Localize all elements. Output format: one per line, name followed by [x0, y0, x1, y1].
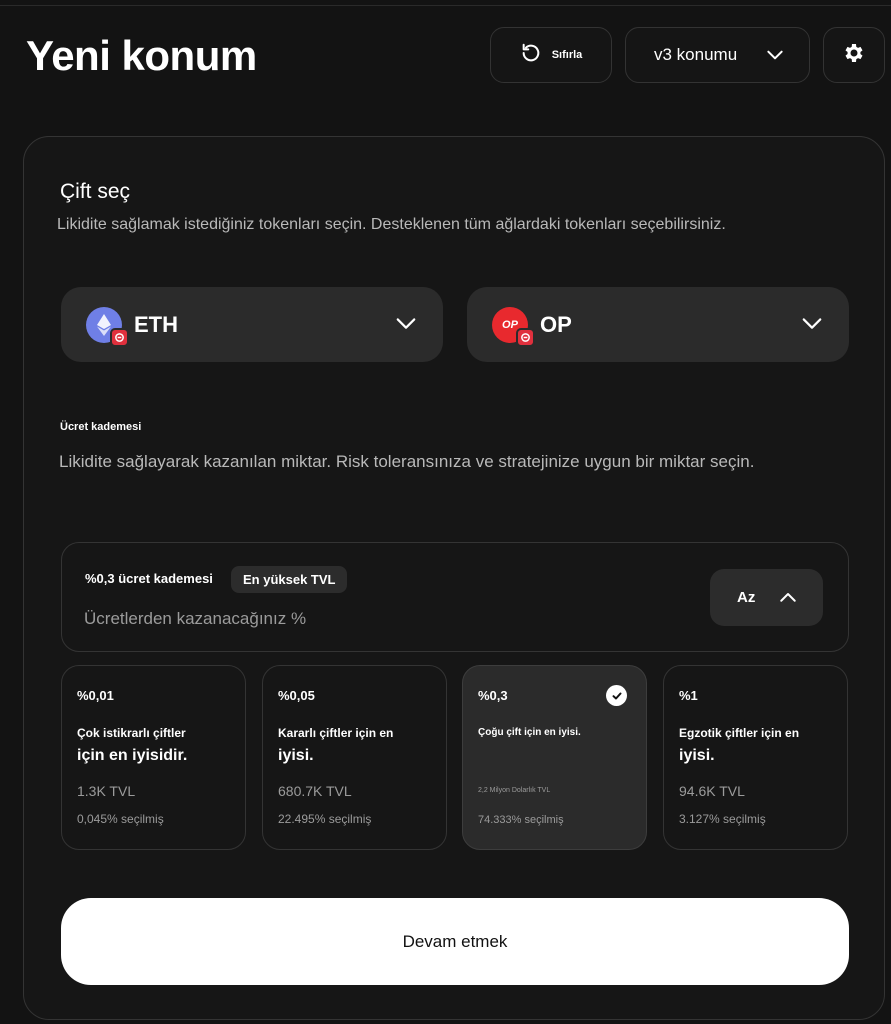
token-a-symbol: ETH — [134, 311, 178, 337]
reset-button[interactable]: Sıfırla — [490, 27, 612, 83]
optimism-icon-text: OP — [502, 318, 518, 331]
tier-selected-share: 74.333% seçilmiş — [478, 814, 564, 826]
version-label: v3 konumu — [654, 45, 738, 64]
optimism-icon: OP — [492, 306, 535, 347]
tier-description-cont: iyisi. — [679, 747, 715, 764]
token-b-symbol: OP — [540, 311, 572, 337]
chevron-down-icon — [765, 45, 785, 70]
version-dropdown[interactable]: v3 konumu — [625, 27, 810, 83]
page-title: Yeni konum — [26, 32, 257, 79]
pair-section-title: Çift seç — [60, 180, 131, 203]
checkmark-icon — [606, 685, 627, 706]
continue-button[interactable]: Devam etmek — [61, 898, 849, 985]
selected-fee-tier-label: %0,3 ücret kademesi — [85, 571, 213, 586]
settings-button[interactable] — [823, 27, 885, 83]
fee-section-description: Likidite sağlayarak kazanılan miktar. Ri… — [59, 452, 755, 471]
tier-description-cont: için en iyisidir. — [77, 747, 188, 764]
continue-label: Devam etmek — [402, 931, 508, 951]
ethereum-icon — [86, 306, 129, 347]
network-badge-icon — [516, 327, 535, 347]
tier-description: Çok istikrarlı çiftler — [77, 726, 186, 740]
tier-description: Kararlı çiftler için en — [278, 726, 394, 740]
fee-earn-text: Ücretlerden kazanacağınız % — [84, 609, 307, 628]
chevron-down-icon — [395, 315, 417, 338]
tier-percent: %0,05 — [278, 688, 315, 703]
tier-description: Egzotik çiftler için en — [679, 726, 800, 740]
gear-icon — [842, 41, 866, 70]
top-divider — [0, 5, 891, 6]
toggle-label: Az — [737, 589, 756, 606]
fee-tier-option-0-3[interactable]: %0,3 Çoğu çift için en iyisi. 2,2 Milyon… — [462, 665, 647, 850]
chevron-down-icon — [801, 315, 823, 338]
tier-selected-share: 3.127% seçilmiş — [679, 812, 766, 826]
tier-selected-share: 0,045% seçilmiş — [77, 812, 164, 826]
chevron-up-icon — [779, 590, 797, 609]
tier-description-cont: iyisi. — [278, 747, 314, 764]
tier-tvl: 94.6K TVL — [679, 783, 745, 799]
tier-description: Çoğu çift için en iyisi. — [478, 727, 581, 738]
tier-percent: %1 — [679, 688, 698, 703]
fee-tier-option-0-01[interactable]: %0,01 Çok istikrarlı çiftler için en iyi… — [61, 665, 246, 850]
fee-tier-option-0-05[interactable]: %0,05 Kararlı çiftler için en iyisi. 680… — [262, 665, 447, 850]
tier-percent: %0,3 — [478, 688, 508, 703]
fee-tiers-toggle-button[interactable]: Az — [710, 569, 823, 626]
network-badge-icon — [110, 327, 129, 347]
position-card: Çift seç Likidite sağlamak istediğiniz t… — [23, 136, 885, 1020]
highest-tvl-badge: En yüksek TVL — [231, 566, 348, 593]
fee-section-title: Ücret kademesi — [60, 421, 142, 433]
tier-tvl: 2,2 Milyon Dolarlık TVL — [478, 787, 551, 794]
tier-tvl: 1.3K TVL — [77, 783, 136, 799]
fee-tier-summary: %0,3 ücret kademesi En yüksek TVL Ücretl… — [61, 542, 849, 652]
token-b-selector[interactable]: OP OP — [467, 287, 849, 362]
pair-section-description: Likidite sağlamak istediğiniz tokenları … — [57, 216, 726, 233]
tier-tvl: 680.7K TVL — [278, 783, 352, 799]
fee-tier-option-1[interactable]: %1 Egzotik çiftler için en iyisi. 94.6K … — [663, 665, 848, 850]
token-a-selector[interactable]: ETH — [61, 287, 443, 362]
refresh-icon — [520, 42, 542, 69]
reset-label: Sıfırla — [551, 49, 583, 61]
tier-selected-share: 22.495% seçilmiş — [278, 812, 372, 826]
tier-percent: %0,01 — [77, 688, 114, 703]
